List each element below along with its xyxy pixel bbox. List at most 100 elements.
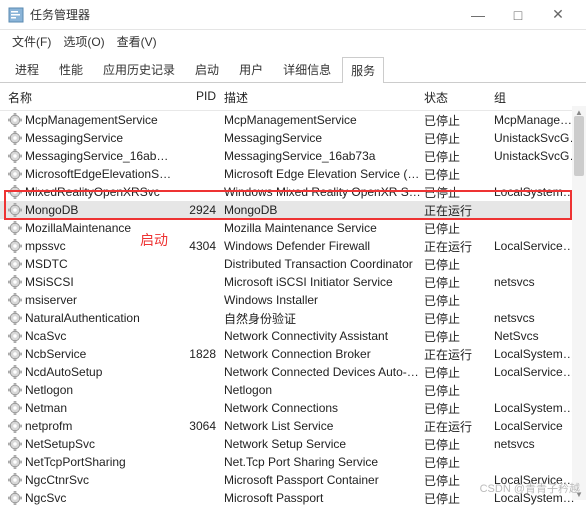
tab-startup[interactable]: 启动 (186, 56, 228, 82)
menu-options[interactable]: 选项(O) (57, 31, 110, 52)
gear-icon (8, 221, 22, 235)
service-desc: Distributed Transaction Coordinator (224, 257, 424, 271)
service-status: 正在运行 (424, 346, 494, 363)
service-name: MozillaMaintenance (25, 221, 131, 235)
service-row[interactable]: netprofm3064Network List Service正在运行Loca… (0, 417, 586, 435)
service-status: 已停止 (424, 436, 494, 453)
service-desc: MongoDB (224, 203, 424, 217)
service-status: 已停止 (424, 166, 494, 183)
gear-icon (8, 473, 22, 487)
service-name: Netlogon (25, 383, 73, 397)
service-pid: 1828 (174, 347, 224, 361)
service-row[interactable]: mpssvc4304Windows Defender Firewall正在运行L… (0, 237, 586, 255)
gear-icon (8, 401, 22, 415)
vertical-scrollbar[interactable]: ▲ ▼ (572, 106, 586, 500)
service-row[interactable]: MixedRealityOpenXRSvcWindows Mixed Reali… (0, 183, 586, 201)
service-row[interactable]: McpManagementServiceMcpManagementService… (0, 111, 586, 129)
gear-icon (8, 455, 22, 469)
maximize-button[interactable]: □ (498, 1, 538, 29)
service-status: 已停止 (424, 130, 494, 147)
gear-icon (8, 437, 22, 451)
gear-icon (8, 329, 22, 343)
gear-icon (8, 347, 22, 361)
header-status[interactable]: 状态 (424, 89, 494, 106)
service-row[interactable]: MSiSCSIMicrosoft iSCSI Initiator Service… (0, 273, 586, 291)
tab-app-history[interactable]: 应用历史记录 (94, 56, 184, 82)
task-manager-icon (8, 7, 24, 23)
service-status: 已停止 (424, 454, 494, 471)
gear-icon (8, 185, 22, 199)
gear-icon (8, 491, 22, 505)
service-row[interactable]: MessagingService_16ab7…MessagingService_… (0, 147, 586, 165)
gear-icon (8, 167, 22, 181)
service-pid: 2924 (174, 203, 224, 217)
service-name: MongoDB (25, 203, 78, 217)
scroll-thumb[interactable] (574, 116, 584, 176)
header-name[interactable]: 名称 (4, 89, 174, 106)
gear-icon (8, 239, 22, 253)
gear-icon (8, 203, 22, 217)
minimize-button[interactable]: — (458, 1, 498, 29)
service-status: 已停止 (424, 328, 494, 345)
gear-icon (8, 149, 22, 163)
menu-file[interactable]: 文件(F) (6, 31, 57, 52)
service-desc: Network List Service (224, 419, 424, 433)
service-group: UnistackSvcGr… (494, 131, 582, 145)
service-name: NetSetupSvc (25, 437, 95, 451)
gear-icon (8, 131, 22, 145)
service-group: LocalServiceN… (494, 239, 582, 253)
service-row[interactable]: MongoDB2924MongoDB正在运行 (0, 201, 586, 219)
service-desc: Microsoft Passport Container (224, 473, 424, 487)
service-pid: 4304 (174, 239, 224, 253)
service-name: MSiSCSI (25, 275, 74, 289)
service-group: UnistackSvcGr… (494, 149, 582, 163)
service-name: MSDTC (25, 257, 68, 271)
menu-view[interactable]: 查看(V) (111, 31, 163, 52)
service-status: 已停止 (424, 148, 494, 165)
service-group: LocalSystemN… (494, 491, 582, 505)
service-group: LocalServiceN… (494, 365, 582, 379)
service-desc: Mozilla Maintenance Service (224, 221, 424, 235)
service-row[interactable]: NcbService1828Network Connection Broker正… (0, 345, 586, 363)
service-row[interactable]: MSDTC Distributed Transaction Coordinator… (0, 255, 586, 273)
service-row[interactable]: NaturalAuthentication自然身份验证已停止netsvcs (0, 309, 586, 327)
service-desc: Network Connected Devices Auto-… (224, 365, 424, 379)
service-row[interactable]: NcdAutoSetupNetwork Connected Devices Au… (0, 363, 586, 381)
service-group: LocalSystemN… (494, 185, 582, 199)
service-status: 已停止 (424, 184, 494, 201)
service-name: NaturalAuthentication (25, 311, 140, 325)
scroll-down-arrow[interactable]: ▼ (572, 488, 586, 500)
tab-users[interactable]: 用户 (230, 56, 272, 82)
service-name: NcaSvc (25, 329, 66, 343)
service-desc: Network Connections (224, 401, 424, 415)
tab-services[interactable]: 服务 (342, 57, 384, 83)
tab-performance[interactable]: 性能 (50, 56, 92, 82)
service-status: 正在运行 (424, 202, 494, 219)
service-row[interactable]: NetSetupSvcNetwork Setup Service已停止netsv… (0, 435, 586, 453)
tab-processes[interactable]: 进程 (6, 56, 48, 82)
gear-icon (8, 275, 22, 289)
service-row[interactable]: NetlogonNetlogon已停止 (0, 381, 586, 399)
service-row[interactable]: NetmanNetwork Connections已停止LocalSystemN… (0, 399, 586, 417)
service-row[interactable]: MicrosoftEdgeElevationSe…Microsoft Edge … (0, 165, 586, 183)
close-button[interactable]: ✕ (538, 1, 578, 29)
service-row[interactable]: MozillaMaintenance Mozilla Maintenance Se… (0, 219, 586, 237)
service-row[interactable]: NcaSvcNetwork Connectivity Assistant已停止N… (0, 327, 586, 345)
service-row[interactable]: NetTcpPortSharingNet.Tcp Port Sharing Se… (0, 453, 586, 471)
gear-icon (8, 365, 22, 379)
service-row[interactable]: NgcCtnrSvcMicrosoft Passport Container已停… (0, 471, 586, 489)
service-name: MessagingService (25, 131, 123, 145)
service-row[interactable]: msiserverWindows Installer已停止 (0, 291, 586, 309)
service-row[interactable]: MessagingServiceMessagingService已停止Unist… (0, 129, 586, 147)
service-desc: Network Connection Broker (224, 347, 424, 361)
service-desc: Netlogon (224, 383, 424, 397)
service-status: 正在运行 (424, 418, 494, 435)
service-status: 已停止 (424, 364, 494, 381)
header-desc[interactable]: 描述 (224, 89, 424, 106)
service-group: netsvcs (494, 437, 582, 451)
header-pid[interactable]: PID (174, 89, 224, 106)
service-row[interactable]: NgcSvcMicrosoft Passport已停止LocalSystemN… (0, 489, 586, 507)
service-status: 已停止 (424, 220, 494, 237)
header-group[interactable]: 组 (494, 89, 582, 106)
tab-details[interactable]: 详细信息 (274, 56, 340, 82)
